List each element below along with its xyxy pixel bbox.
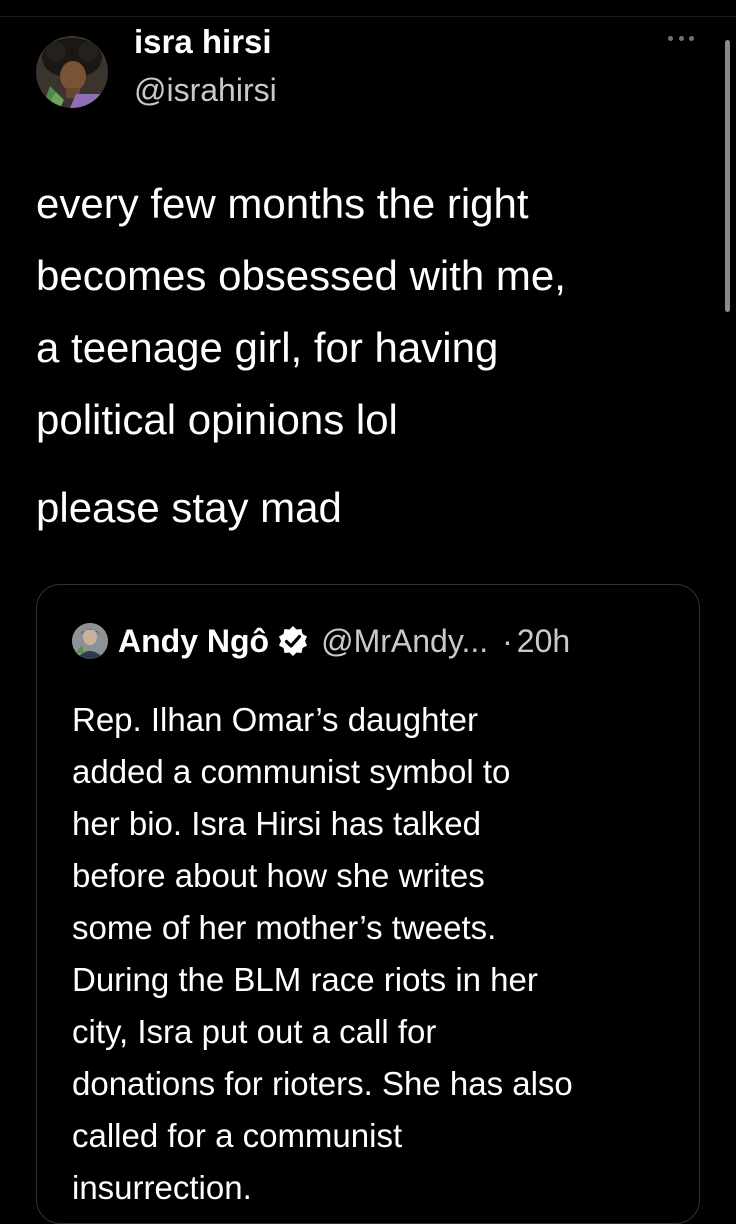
- more-horizontal-icon[interactable]: [668, 30, 694, 46]
- quoted-author-handle[interactable]: @MrAndy...: [321, 623, 488, 660]
- author-avatar[interactable]: [36, 36, 108, 108]
- dot-separator: ·: [502, 622, 513, 659]
- more-dot: [678, 35, 684, 41]
- scrollbar[interactable]: [725, 40, 730, 312]
- quoted-tweet-timestamp[interactable]: 20h: [517, 623, 570, 660]
- verified-badge-icon: [279, 626, 308, 656]
- author-display-name[interactable]: isra hirsi: [134, 22, 272, 62]
- quoted-author-avatar[interactable]: [72, 623, 108, 659]
- quoted-author-name[interactable]: Andy Ngô: [118, 623, 269, 660]
- author-handle[interactable]: @israhirsi: [134, 70, 277, 110]
- tweet-text: every few months the right becomes obses…: [36, 180, 566, 443]
- quoted-tweet-text: Rep. Ilhan Omar’s daughter added a commu…: [72, 701, 573, 1206]
- tweet-text-second-paragraph: please stay mad: [36, 484, 342, 531]
- top-divider: [0, 16, 736, 17]
- more-dot: [689, 35, 694, 41]
- more-dot: [668, 35, 673, 41]
- quoted-tweet-header: Andy Ngô @MrAndy... · 20h: [72, 618, 570, 664]
